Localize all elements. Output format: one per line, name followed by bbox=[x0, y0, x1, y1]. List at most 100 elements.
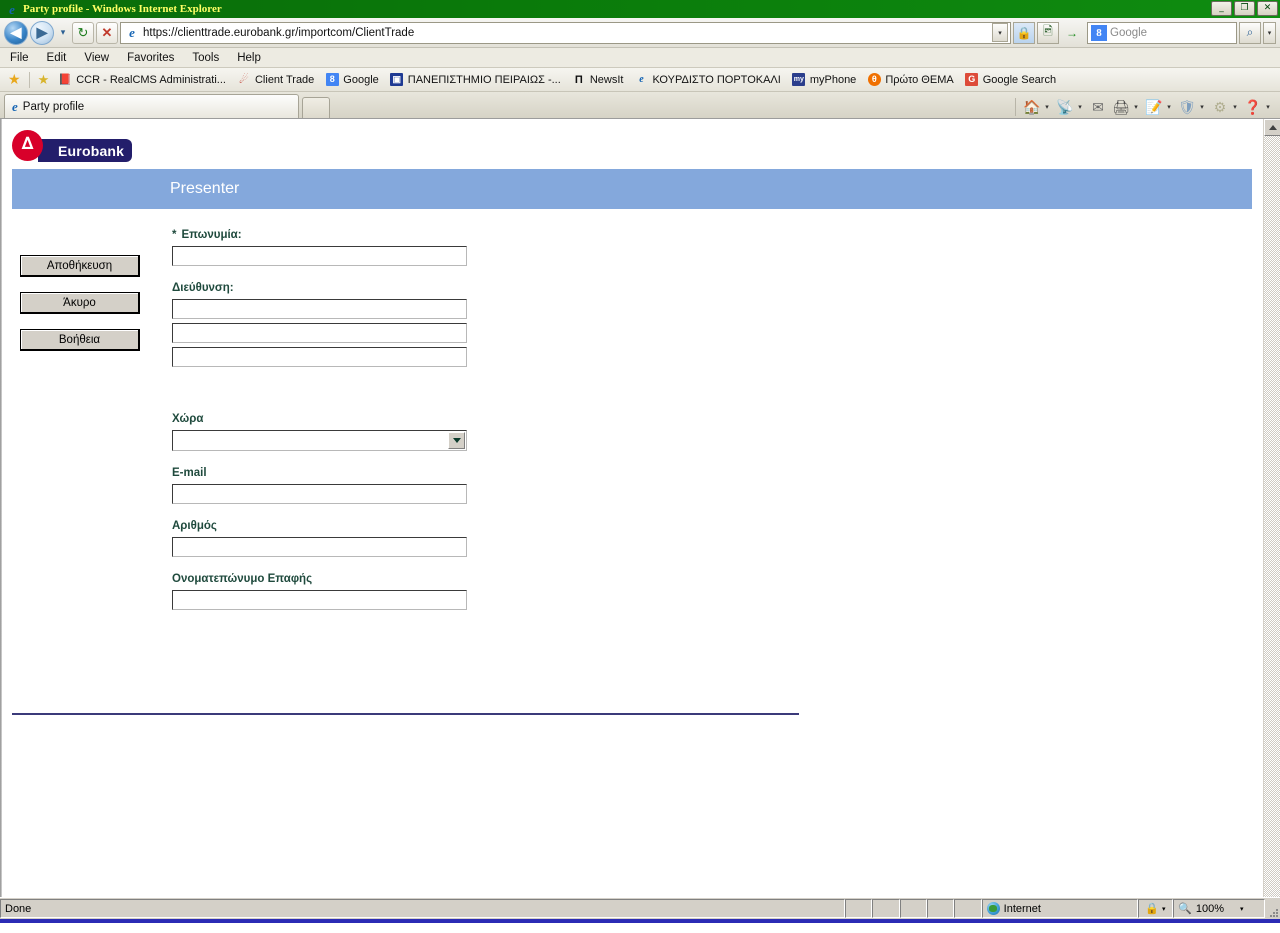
google-icon: 8 bbox=[324, 73, 340, 87]
ie-logo-icon: e bbox=[639, 73, 644, 85]
search-provider-dropdown[interactable]: ▾ bbox=[1263, 21, 1276, 44]
maximize-button[interactable]: ❐ bbox=[1234, 1, 1255, 16]
compatibility-view-icon[interactable]: 🖻 bbox=[1037, 21, 1059, 44]
favorite-item-protothema[interactable]: θ Πρώτο ΘΕΜΑ bbox=[866, 73, 954, 87]
save-button[interactable]: Αποθήκευση bbox=[20, 255, 140, 277]
scrollbar-track[interactable] bbox=[1264, 136, 1280, 897]
help-button[interactable]: Βοήθεια bbox=[20, 329, 140, 351]
back-button[interactable]: ◀ bbox=[4, 20, 28, 45]
tab-label: Party profile bbox=[22, 100, 85, 113]
menu-help[interactable]: Help bbox=[237, 52, 261, 64]
status-panel bbox=[954, 899, 982, 918]
tab-party-profile[interactable]: e Party profile bbox=[4, 94, 299, 118]
address-line-2-input[interactable] bbox=[172, 323, 467, 343]
field-group-email: E-mail bbox=[172, 467, 467, 504]
help-menu-button[interactable]: ❓ ▾ bbox=[1242, 99, 1274, 116]
new-tab-button[interactable] bbox=[302, 97, 330, 118]
vertical-scrollbar[interactable] bbox=[1263, 119, 1280, 897]
menu-view[interactable]: View bbox=[84, 52, 109, 64]
resize-grip[interactable] bbox=[1265, 898, 1280, 919]
company-name-input[interactable] bbox=[172, 246, 467, 266]
contact-full-name-input[interactable] bbox=[172, 590, 467, 610]
field-group-address: Διεύθυνση: bbox=[172, 282, 467, 367]
chevron-down-icon[interactable]: ▾ bbox=[1164, 103, 1174, 111]
chevron-down-icon[interactable]: ▾ bbox=[1263, 103, 1273, 111]
minimize-button[interactable]: _ bbox=[1211, 1, 1232, 16]
stop-icon[interactable]: ✕ bbox=[96, 21, 118, 44]
mail-button[interactable]: ✉ bbox=[1087, 99, 1109, 116]
home-button[interactable]: 🏠 ▾ bbox=[1021, 99, 1053, 116]
form-action-buttons: Αποθήκευση Άκυρο Βοήθεια bbox=[20, 255, 140, 366]
chevron-down-icon[interactable]: ▾ bbox=[1075, 103, 1085, 111]
chevron-down-icon[interactable]: ▾ bbox=[1197, 103, 1207, 111]
command-bar: 🏠 ▾ 📡 ▾ ✉ 🖨 ▾ 📝 ▾ 🛡 ▾ ⚙ ▾ ❓ ▾ bbox=[1015, 98, 1274, 116]
tab-bar: e Party profile 🏠 ▾ 📡 ▾ ✉ 🖨 ▾ 📝 ▾ 🛡 ▾ ⚙ bbox=[0, 92, 1280, 118]
close-button[interactable]: ✕ bbox=[1257, 1, 1278, 16]
number-input[interactable] bbox=[172, 537, 467, 557]
favorite-item-myphone[interactable]: my myPhone bbox=[791, 73, 856, 87]
favorite-label: Client Trade bbox=[254, 73, 315, 86]
favorite-label: CCR - RealCMS Administrati... bbox=[76, 73, 226, 86]
recent-pages-dropdown[interactable]: ▾ bbox=[56, 27, 70, 38]
eurobank-logo: Eurobank ∆ bbox=[12, 130, 132, 162]
menu-favorites[interactable]: Favorites bbox=[127, 52, 174, 64]
security-zone[interactable]: Internet bbox=[981, 899, 1138, 918]
chevron-down-icon[interactable]: ▾ bbox=[1230, 103, 1240, 111]
favorite-item-unipi[interactable]: ▣ ΠΑΝΕΠΙΣΤΗΜΙΟ ΠΕΙΡΑΙΩΣ -... bbox=[389, 73, 561, 87]
toolbar-divider bbox=[28, 71, 30, 88]
padlock-icon[interactable]: 🔒 bbox=[1013, 21, 1035, 44]
address-bar[interactable]: e https://clienttrade.eurobank.gr/import… bbox=[120, 21, 1011, 44]
safety-menu-button[interactable]: 🛡 ▾ bbox=[1176, 99, 1208, 116]
forward-button[interactable]: ▶ bbox=[30, 20, 54, 45]
address-line-3-input[interactable] bbox=[172, 347, 467, 367]
chevron-down-icon[interactable]: ▾ bbox=[1240, 905, 1244, 913]
print-button[interactable]: 🖨 ▾ bbox=[1110, 99, 1142, 116]
go-button[interactable]: → bbox=[1061, 22, 1083, 44]
chevron-down-icon[interactable]: ▾ bbox=[1162, 905, 1166, 913]
protected-mode-indicator[interactable]: 🔒 ▾ bbox=[1137, 899, 1174, 918]
globe-icon bbox=[986, 902, 1000, 915]
email-input[interactable] bbox=[172, 484, 467, 504]
favorite-item-google[interactable]: 8 Google bbox=[324, 73, 379, 87]
search-icon[interactable]: ⌕ bbox=[1239, 21, 1261, 44]
chevron-down-icon[interactable]: ▾ bbox=[1042, 103, 1052, 111]
google-icon: 8 bbox=[1091, 24, 1107, 41]
scroll-up-button[interactable] bbox=[1264, 119, 1280, 136]
chevron-down-icon[interactable] bbox=[448, 432, 465, 449]
feeds-icon: 📡 bbox=[1056, 98, 1074, 115]
search-box[interactable]: 8 Google bbox=[1087, 21, 1237, 44]
add-favorite-icon[interactable]: ★ bbox=[38, 72, 50, 88]
status-bar: Done Internet 🔒 ▾ 🔍 100% ▾ bbox=[0, 897, 1280, 919]
address-line-1-input[interactable] bbox=[172, 299, 467, 319]
page-menu-button[interactable]: 📝 ▾ bbox=[1143, 99, 1175, 116]
tools-menu-button[interactable]: ⚙ ▾ bbox=[1209, 99, 1241, 116]
country-select[interactable] bbox=[172, 430, 467, 451]
field-group-contact-name: Ονοματεπώνυμο Επαφής bbox=[172, 573, 467, 610]
menu-tools[interactable]: Tools bbox=[192, 52, 219, 64]
favorite-label: Πρώτο ΘΕΜΑ bbox=[885, 73, 954, 86]
feeds-button[interactable]: 📡 ▾ bbox=[1054, 99, 1086, 116]
star-icon[interactable]: ★ bbox=[8, 71, 21, 88]
myphone-icon: my bbox=[791, 73, 807, 87]
address-history-dropdown[interactable]: ▾ bbox=[992, 23, 1008, 42]
google-search-icon: G bbox=[964, 73, 980, 87]
chevron-down-icon[interactable]: ▾ bbox=[1131, 103, 1141, 111]
refresh-icon[interactable]: ↻ bbox=[72, 21, 94, 44]
status-panel bbox=[845, 899, 873, 918]
favorite-item-ccr[interactable]: 📕 CCR - RealCMS Administrati... bbox=[57, 73, 226, 87]
label-address: Διεύθυνση: bbox=[172, 282, 234, 294]
favorite-item-google-search[interactable]: G Google Search bbox=[964, 73, 1056, 87]
eurobank-disc-icon: ∆ bbox=[12, 130, 43, 161]
navigation-toolbar: ◀ ▶ ▾ ↻ ✕ e https://clienttrade.eurobank… bbox=[0, 18, 1280, 48]
search-input[interactable]: Google bbox=[1110, 27, 1147, 39]
menu-file[interactable]: File bbox=[10, 52, 29, 64]
web-page-content: Eurobank ∆ Presenter Αποθήκευση Άκυρο Βο… bbox=[0, 119, 1263, 897]
cancel-button[interactable]: Άκυρο bbox=[20, 292, 140, 314]
menu-edit[interactable]: Edit bbox=[47, 52, 67, 64]
favorite-item-kourdisto-portokali[interactable]: e ΚΟΥΡΔΙΣΤΟ ΠΟΡΤΟΚΑΛΙ bbox=[633, 73, 781, 87]
taskbar-edge bbox=[0, 919, 1280, 923]
favorite-item-client-trade[interactable]: ☄ Client Trade bbox=[236, 73, 314, 87]
zoom-control[interactable]: 🔍 100% ▾ bbox=[1173, 899, 1266, 918]
field-group-country: Χώρα bbox=[172, 413, 467, 451]
favorite-item-newsit[interactable]: Π NewsIt bbox=[571, 73, 624, 87]
